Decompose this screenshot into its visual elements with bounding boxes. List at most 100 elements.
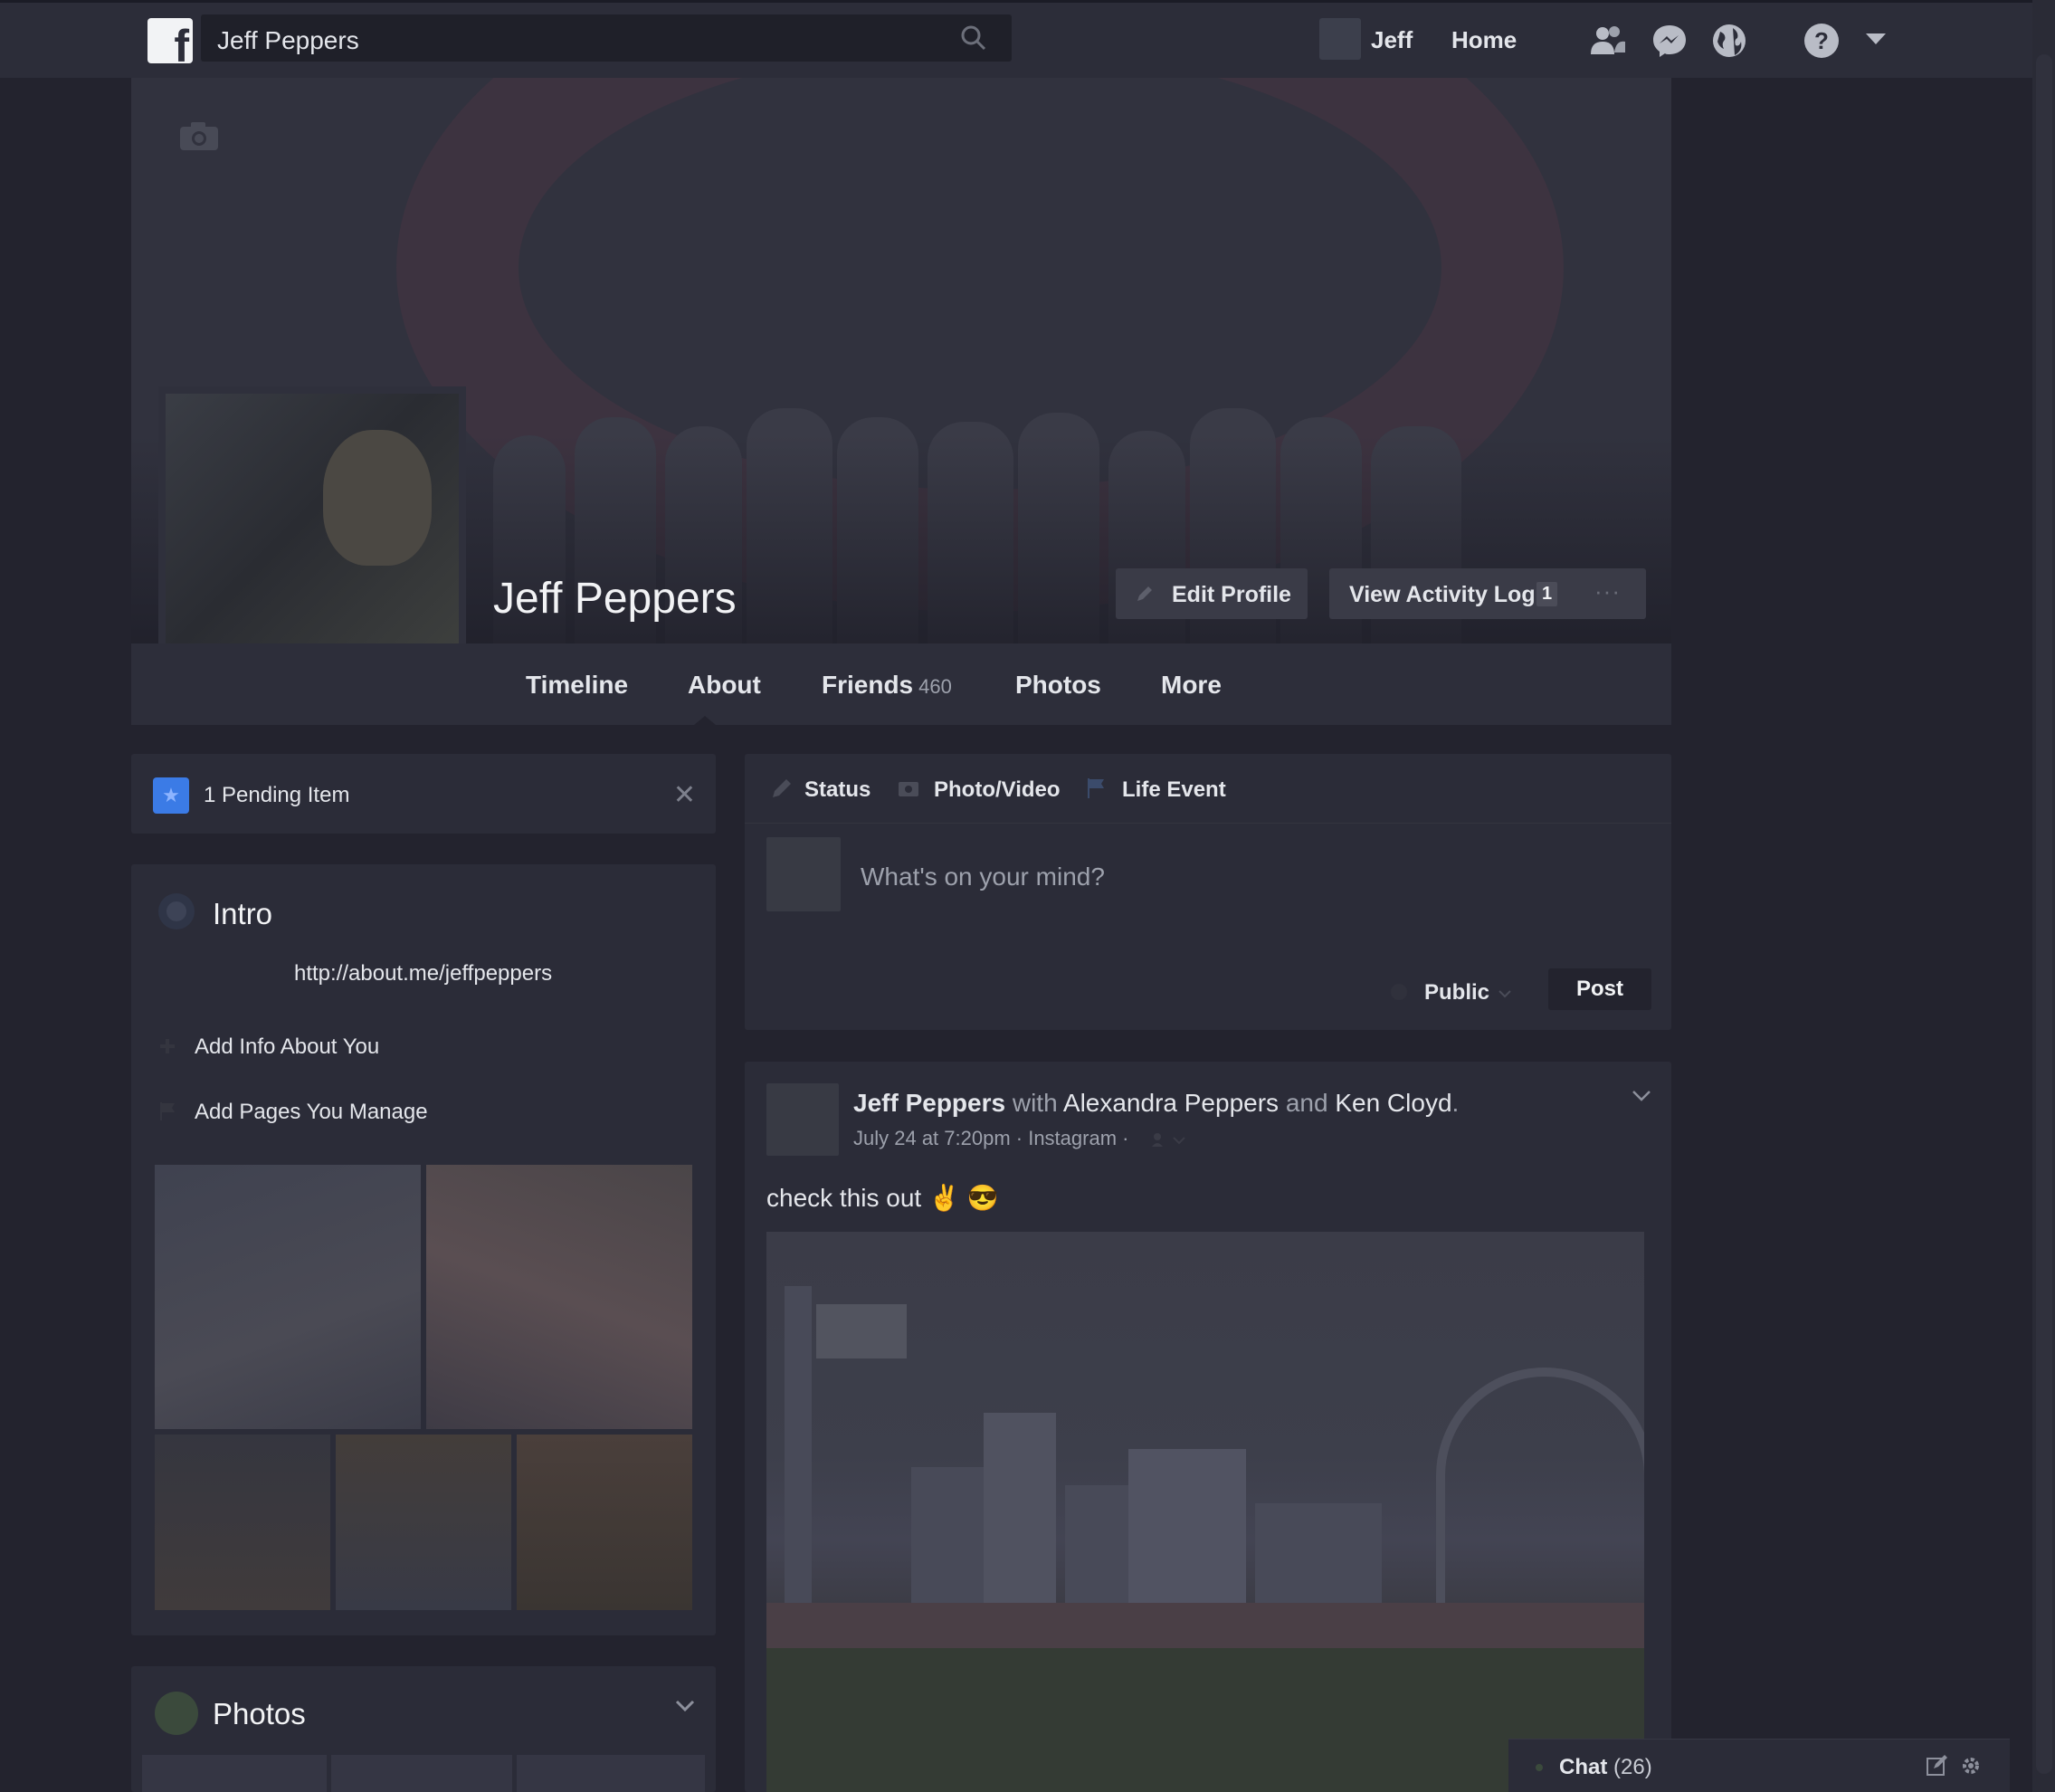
add-pages-link[interactable]: Add Pages You Manage [195,1100,428,1125]
compose-icon[interactable] [1925,1754,1948,1778]
globe-icon [158,893,195,929]
feed-post: Jeff Peppers with Alexandra Peppers and … [745,1062,1671,1792]
light-tower-lamps [816,1304,907,1358]
post-emoji: ✌ 😎 [928,1184,999,1212]
top-navigation-bar: f Jeff Peppers Jeff Home ? [0,0,2032,78]
nav-user-link[interactable]: Jeff [1371,26,1413,54]
composer-tab-status[interactable]: Status [804,777,871,803]
page-scrollbar[interactable] [2032,0,2055,1792]
globe-icon [1391,984,1407,1000]
photo-thumbnail[interactable] [142,1755,327,1792]
composer-avatar [766,837,841,911]
photos-icon [155,1692,198,1735]
chevron-down-icon[interactable] [1632,1089,1651,1103]
profile-name[interactable]: Jeff Peppers [493,574,737,624]
flag-icon [1088,778,1104,798]
post-composer: Status Photo/Video Life Event What's on … [745,754,1671,1030]
photo-thumbnail[interactable] [517,1755,705,1792]
profile-picture-face [323,430,432,566]
search-icon[interactable] [959,24,988,52]
featured-photo[interactable] [155,1435,330,1610]
plus-icon [160,1039,175,1053]
camera-icon[interactable] [178,119,220,152]
post-period: . [1451,1089,1460,1117]
post-and-text: and [1279,1089,1336,1117]
chat-bar[interactable]: Chat (26) [1508,1739,2010,1792]
online-indicator [1536,1764,1543,1771]
post-message: check this out ✌ 😎 [766,1183,999,1213]
search-input[interactable]: Jeff Peppers [217,26,359,55]
building [1128,1449,1246,1621]
post-author-link[interactable]: Jeff Peppers [853,1089,1005,1117]
more-options-button[interactable]: ··· [1594,577,1621,605]
friends-icon[interactable] [1587,20,1629,62]
nav-home-link[interactable]: Home [1451,26,1517,54]
featured-photo[interactable] [336,1435,511,1610]
view-activity-log-button[interactable]: View Activity Log 1 ··· [1329,568,1646,619]
dropdown-arrow-icon[interactable] [1864,30,1888,48]
tab-more[interactable]: More [1161,671,1222,700]
add-info-link[interactable]: Add Info About You [195,1034,379,1060]
photos-title[interactable]: Photos [213,1697,306,1731]
close-icon[interactable]: ✕ [673,779,696,811]
search-bar[interactable]: Jeff Peppers [201,14,1012,62]
featured-photo[interactable] [155,1165,421,1429]
post-author-avatar[interactable] [766,1083,839,1156]
post-message-text: check this out [766,1184,922,1212]
featured-photo[interactable] [517,1435,692,1610]
facebook-logo-letter: f [174,21,189,63]
gear-icon[interactable] [1959,1754,1983,1778]
composer-tab-photo-video[interactable]: Photo/Video [934,777,1061,803]
composer-tab-life-event[interactable]: Life Event [1122,777,1226,803]
post-photo[interactable] [766,1232,1644,1792]
post-timestamp[interactable]: July 24 at 7:20pm · Instagram · [853,1127,1128,1150]
pending-item-card[interactable]: ★ 1 Pending Item ✕ [131,754,716,834]
friends-count: 460 [918,675,952,698]
intro-title: Intro [213,897,273,930]
pencil-icon [773,779,791,797]
tagged-user-link[interactable]: Ken Cloyd [1335,1089,1451,1117]
profile-tabs: Timeline About Friends 460 Photos More [131,643,1671,725]
tab-photos[interactable]: Photos [1015,671,1101,700]
audience-selector[interactable]: Public [1424,980,1489,1006]
intro-card: Intro http://about.me/jeffpeppers Add In… [131,864,716,1635]
svg-text:?: ? [1814,27,1829,54]
post-button[interactable]: Post [1548,968,1651,1010]
globe-icon[interactable] [1708,20,1750,62]
chat-count: (26) [1613,1755,1652,1779]
chat-label-text: Chat [1559,1755,1608,1779]
gateway-arch [1436,1368,1644,1639]
chat-label[interactable]: Chat (26) [1559,1755,1652,1780]
privacy-icon[interactable] [1150,1130,1186,1149]
scrollbar-thumb[interactable] [2036,54,2052,1774]
tab-friends-label: Friends [822,671,914,699]
nav-user-avatar[interactable] [1319,18,1361,60]
tab-timeline[interactable]: Timeline [526,671,628,700]
help-icon[interactable]: ? [1801,20,1842,62]
edit-profile-button[interactable]: Edit Profile [1116,568,1308,619]
view-activity-log-label: View Activity Log [1349,582,1536,607]
facebook-logo[interactable]: f [147,18,193,63]
chevron-down-icon[interactable] [674,1697,696,1715]
edit-profile-label: Edit Profile [1172,582,1291,607]
tab-friends[interactable]: Friends 460 [822,671,952,700]
flag-icon [160,1102,175,1120]
composer-tabs: Status Photo/Video Life Event [745,754,1671,824]
post-header: Jeff Peppers with Alexandra Peppers and … [853,1089,1459,1118]
building [984,1413,1056,1621]
messenger-icon[interactable] [1649,20,1690,62]
intro-website-link[interactable]: http://about.me/jeffpeppers [294,961,552,987]
photo-thumbnail[interactable] [331,1755,512,1792]
tagged-user-link[interactable]: Alexandra Peppers [1063,1089,1279,1117]
chevron-down-icon[interactable] [1498,989,1511,998]
star-icon: ★ [153,777,189,814]
pending-item-label[interactable]: 1 Pending Item [204,783,349,808]
photos-card: Photos [131,1666,716,1792]
featured-photos-grid [155,1165,692,1610]
tab-about[interactable]: About [688,671,761,700]
pencil-icon [1137,586,1152,601]
featured-photo[interactable] [426,1165,692,1429]
status-input[interactable]: What's on your mind? [861,863,1105,891]
photos-strip [142,1755,705,1792]
camera-icon [899,782,918,796]
